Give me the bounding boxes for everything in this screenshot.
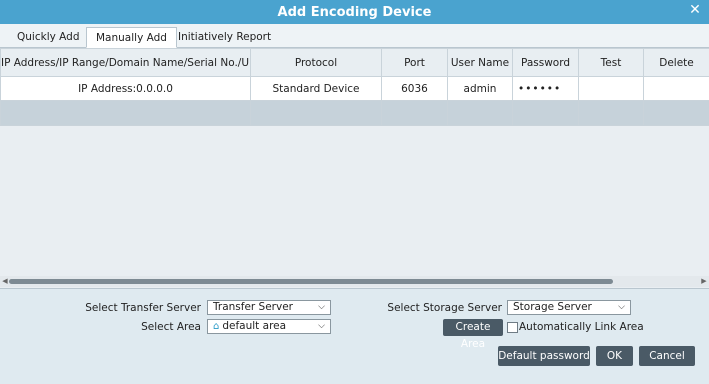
column-header-password[interactable]: Password (512, 48, 579, 77)
cell-port[interactable]: 6036 (381, 76, 448, 101)
column-header-username[interactable]: User Name (447, 48, 513, 77)
empty-cell[interactable] (512, 100, 579, 126)
cell-delete[interactable] (643, 76, 709, 101)
empty-cell[interactable] (0, 100, 251, 126)
column-header-protocol[interactable]: Protocol (250, 48, 382, 77)
storage-server-select[interactable]: Storage Server ⌵ (507, 300, 631, 315)
window-title: Add Encoding Device (277, 4, 432, 20)
scroll-right-icon[interactable]: ▶ (699, 276, 709, 287)
chevron-down-icon: ⌵ (618, 302, 625, 312)
tab-quickly-add[interactable]: Quickly Add (8, 27, 89, 48)
empty-cell[interactable] (250, 100, 382, 126)
tab-manually-add[interactable]: Manually Add (86, 27, 177, 48)
table-row[interactable]: IP Address:0.0.0.0 Standard Device 6036 … (0, 76, 709, 101)
cell-username[interactable]: admin (447, 76, 513, 101)
cancel-button[interactable]: Cancel (639, 346, 695, 366)
device-table-area: IP Address/IP Range/Domain Name/Serial N… (0, 48, 709, 289)
close-icon[interactable]: ✕ (687, 2, 703, 18)
device-table: IP Address/IP Range/Domain Name/Serial N… (0, 48, 709, 126)
column-header-delete[interactable]: Delete (643, 48, 709, 77)
column-header-address[interactable]: IP Address/IP Range/Domain Name/Serial N… (0, 48, 251, 77)
chevron-down-icon: ⌵ (318, 302, 325, 312)
table-header-row: IP Address/IP Range/Domain Name/Serial N… (0, 48, 709, 77)
empty-cell[interactable] (578, 100, 644, 126)
tab-bar: Quickly Add Manually Add Initiatively Re… (0, 24, 709, 48)
tab-initiatively-report[interactable]: Initiatively Report (169, 27, 280, 48)
title-bar: Add Encoding Device ✕ (0, 0, 709, 24)
empty-cell[interactable] (643, 100, 709, 126)
scrollbar-thumb[interactable] (9, 279, 613, 284)
auto-link-area-checkbox[interactable] (507, 322, 518, 333)
create-area-button[interactable]: Create Area (443, 319, 503, 350)
storage-server-label: Select Storage Server (387, 302, 502, 314)
home-icon: ⌂ (213, 321, 220, 332)
cell-address[interactable]: IP Address:0.0.0.0 (0, 76, 251, 101)
transfer-server-label: Select Transfer Server (85, 302, 201, 314)
area-label: Select Area (141, 321, 201, 333)
ok-button[interactable]: OK (596, 346, 633, 366)
area-value: default area (222, 320, 287, 332)
column-header-port[interactable]: Port (381, 48, 448, 77)
cell-protocol[interactable]: Standard Device (250, 76, 382, 101)
chevron-down-icon: ⌵ (318, 321, 325, 331)
table-row-empty[interactable] (0, 100, 709, 126)
auto-link-area-label: Automatically Link Area (519, 321, 644, 333)
column-header-test[interactable]: Test (578, 48, 644, 77)
storage-server-value: Storage Server (513, 301, 592, 313)
empty-cell[interactable] (381, 100, 448, 126)
area-select[interactable]: ⌂ default area ⌵ (207, 319, 331, 334)
cell-password[interactable]: •••••• (512, 76, 579, 101)
transfer-server-select[interactable]: Transfer Server ⌵ (207, 300, 331, 315)
horizontal-scrollbar[interactable]: ◀ ▶ (0, 276, 709, 287)
empty-cell[interactable] (447, 100, 513, 126)
default-password-button[interactable]: Default password (498, 346, 590, 366)
transfer-server-value: Transfer Server (213, 301, 293, 313)
cell-test[interactable] (578, 76, 644, 101)
